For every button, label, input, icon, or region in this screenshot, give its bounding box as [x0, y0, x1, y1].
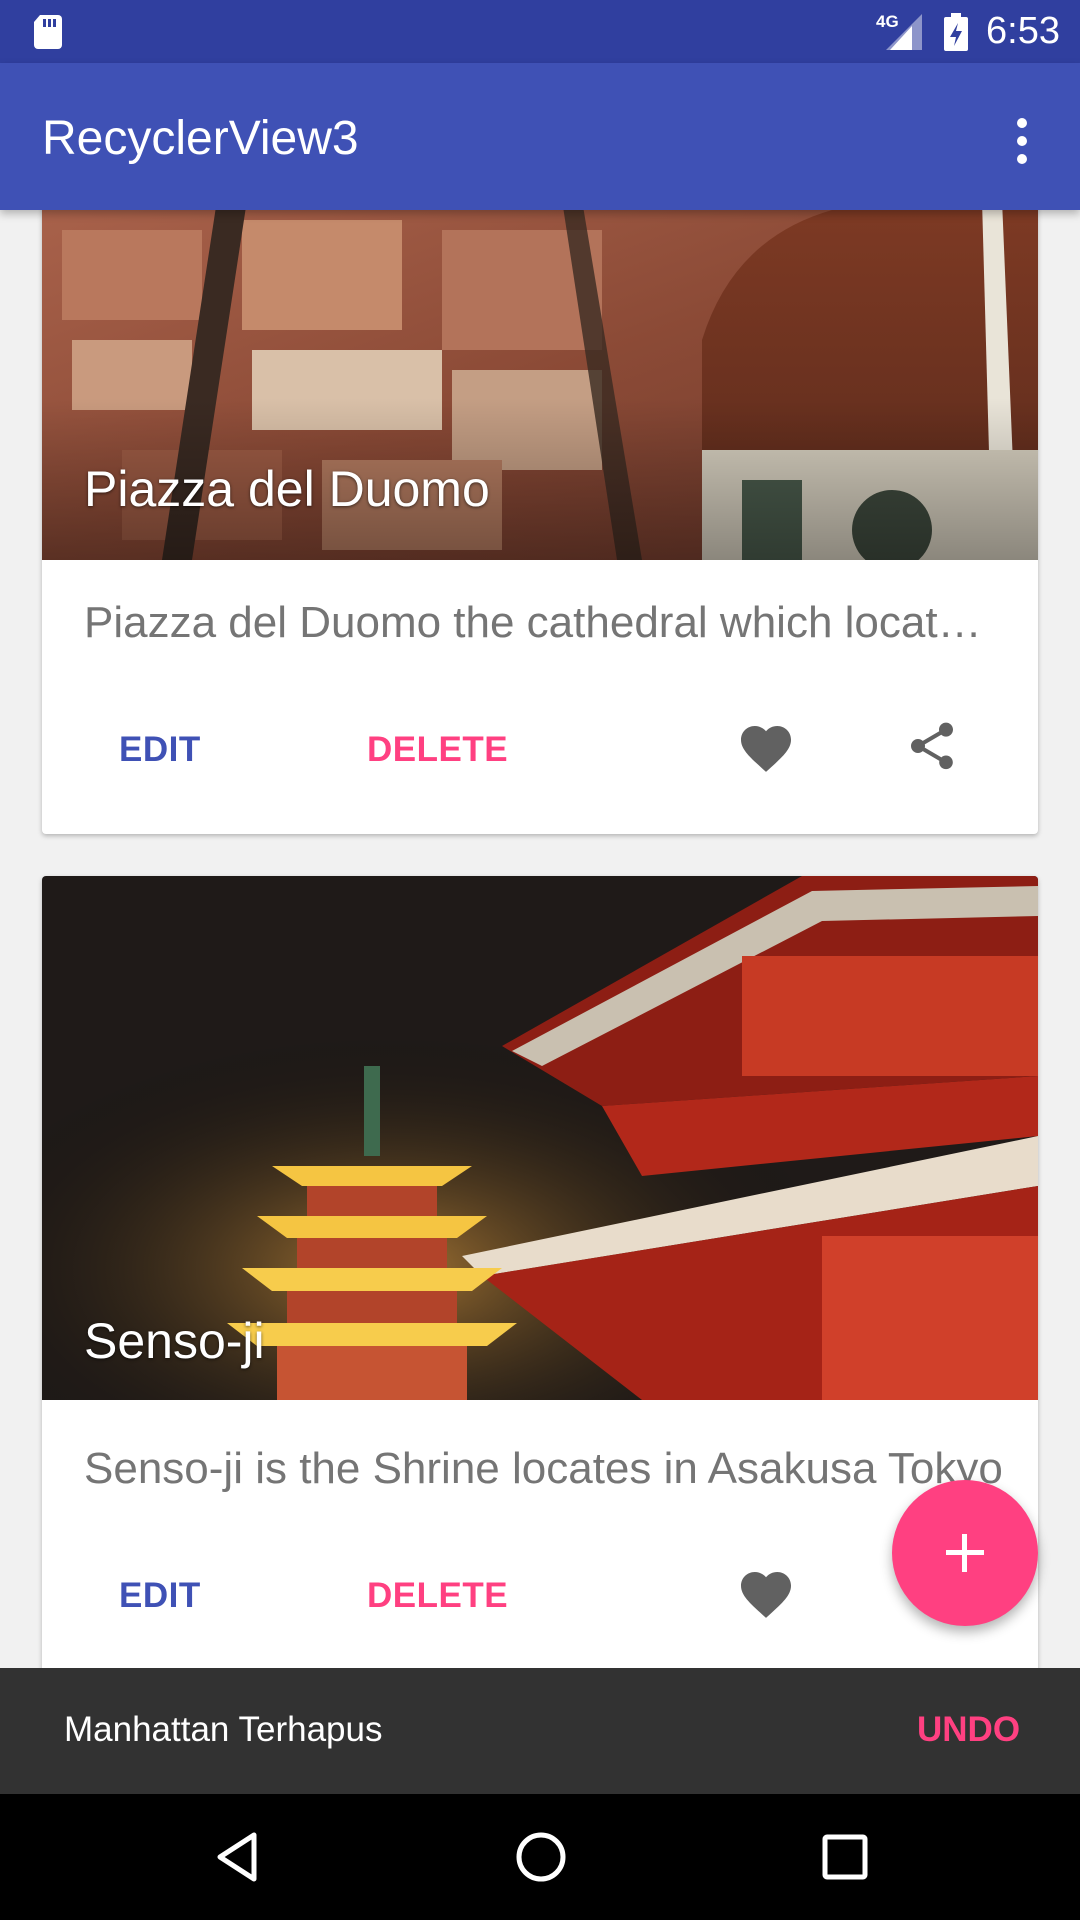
battery-icon: [944, 13, 968, 51]
app-title: RecyclerView3: [42, 112, 359, 165]
clock: 6:53: [986, 10, 1060, 52]
edit-button[interactable]: EDIT: [119, 730, 201, 770]
app-bar: RecyclerView3: [0, 63, 1080, 210]
snackbar-message: Manhattan Terhapus: [64, 1710, 383, 1749]
snackbar: Manhattan Terhapus UNDO: [0, 1668, 1080, 1794]
card-list[interactable]: Piazza del Duomo Piazza del Duomo the ca…: [0, 210, 1080, 1668]
navigation-bar: [0, 1794, 1080, 1920]
card-description: Senso-ji is the Shrine locates in Asakus…: [84, 1444, 1003, 1493]
card-title: Piazza del Duomo: [84, 461, 490, 517]
heart-icon[interactable]: [736, 1564, 796, 1620]
more-vert-icon[interactable]: [1010, 113, 1034, 164]
signal-icon: [886, 14, 922, 50]
card-description: Piazza del Duomo the cathedral which loc…: [84, 598, 1004, 647]
card-piazza-del-duomo: Piazza del Duomo Piazza del Duomo the ca…: [42, 210, 1038, 834]
undo-button[interactable]: UNDO: [917, 1710, 1020, 1750]
back-icon[interactable]: [210, 1829, 266, 1885]
delete-button[interactable]: DELETE: [367, 1576, 508, 1616]
sd-card-icon: [34, 15, 62, 49]
card-title: Senso-ji: [84, 1313, 265, 1369]
share-icon[interactable]: [904, 718, 960, 774]
card-senso-ji: Senso-ji Senso-ji is the Shrine locates …: [42, 876, 1038, 1668]
recents-icon[interactable]: [817, 1829, 873, 1885]
edit-button[interactable]: EDIT: [119, 1576, 201, 1616]
home-icon[interactable]: [513, 1829, 569, 1885]
add-fab-button[interactable]: [892, 1480, 1038, 1626]
heart-icon[interactable]: [736, 718, 796, 774]
status-bar: 4G 6:53: [0, 0, 1080, 63]
delete-button[interactable]: DELETE: [367, 730, 508, 770]
